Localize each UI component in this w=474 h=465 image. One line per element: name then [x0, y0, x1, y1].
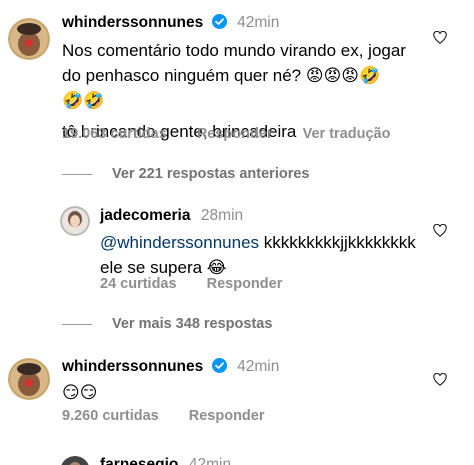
- verified-badge-icon: [211, 358, 227, 378]
- comment1-meta: 19.063 curtidas Responder Ver tradução: [62, 126, 416, 142]
- reply1-likes[interactable]: 24 curtidas: [100, 276, 177, 292]
- comment2-time: 42min: [237, 358, 280, 375]
- comment2-likes[interactable]: 9.260 curtidas: [62, 408, 159, 424]
- comment1-text-line1: Nos comentário todo mundo virando ex, jo…: [62, 41, 406, 60]
- reply1-meta: 24 curtidas Responder: [100, 276, 308, 292]
- thread-divider: [62, 173, 92, 175]
- heart-icon[interactable]: [433, 31, 447, 44]
- verified-badge-icon: [211, 14, 227, 34]
- comment3-header: farnesegio 42min: [100, 456, 231, 465]
- thread-divider: [62, 323, 92, 325]
- reply1-reply-button[interactable]: Responder: [207, 276, 283, 292]
- comment2-reply-button[interactable]: Responder: [189, 408, 265, 424]
- avatar-whinderssonnunes[interactable]: [8, 358, 50, 400]
- comment1-header: whinderssonnunes 42min: [62, 14, 279, 34]
- avatar-jadecomeria[interactable]: [60, 206, 90, 236]
- comment2-meta: 9.260 curtidas Responder: [62, 408, 291, 424]
- comment2-text: 😏😏: [62, 383, 98, 402]
- comment1-likes[interactable]: 19.063 curtidas: [62, 126, 167, 142]
- comment2-username[interactable]: whinderssonnunes: [62, 358, 203, 375]
- comment1-reply-button[interactable]: Responder: [197, 126, 273, 142]
- comment2-header: whinderssonnunes 42min: [62, 358, 279, 378]
- mention-link[interactable]: @whinderssonnunes: [100, 233, 259, 252]
- view-previous-replies-button[interactable]: Ver 221 respostas anteriores: [62, 166, 309, 182]
- comment1-time: 42min: [237, 14, 280, 31]
- view-previous-replies-label: Ver 221 respostas anteriores: [112, 166, 310, 182]
- avatar-whinderssonnunes[interactable]: [8, 18, 50, 60]
- view-more-replies-label: Ver mais 348 respostas: [112, 316, 273, 332]
- comment1-username[interactable]: whinderssonnunes: [62, 14, 203, 31]
- comment3-time: 42min: [188, 456, 232, 465]
- reply1-header: jadecomeria 28min: [100, 207, 243, 225]
- heart-icon[interactable]: [433, 373, 447, 386]
- heart-icon[interactable]: [433, 224, 447, 237]
- view-more-replies-button[interactable]: Ver mais 348 respostas: [62, 316, 272, 332]
- comment1-text-line2: do penhasco ninguém quer né? 😡😡😡🤣: [62, 66, 381, 85]
- comment1-text-line3: 🤣🤣: [62, 91, 105, 110]
- reply1-username[interactable]: jadecomeria: [100, 207, 190, 224]
- reply1-time: 28min: [200, 207, 244, 224]
- reply1-text-rest: kkkkkkkkkjjkkkkkkkk: [259, 233, 416, 252]
- comment3-username[interactable]: farnesegio: [100, 456, 178, 465]
- avatar-farnesegio[interactable]: [60, 456, 90, 465]
- comment1-translate-button[interactable]: Ver tradução: [303, 126, 391, 142]
- reply1-text: @whinderssonnunes kkkkkkkkkjjkkkkkkkk el…: [100, 230, 440, 280]
